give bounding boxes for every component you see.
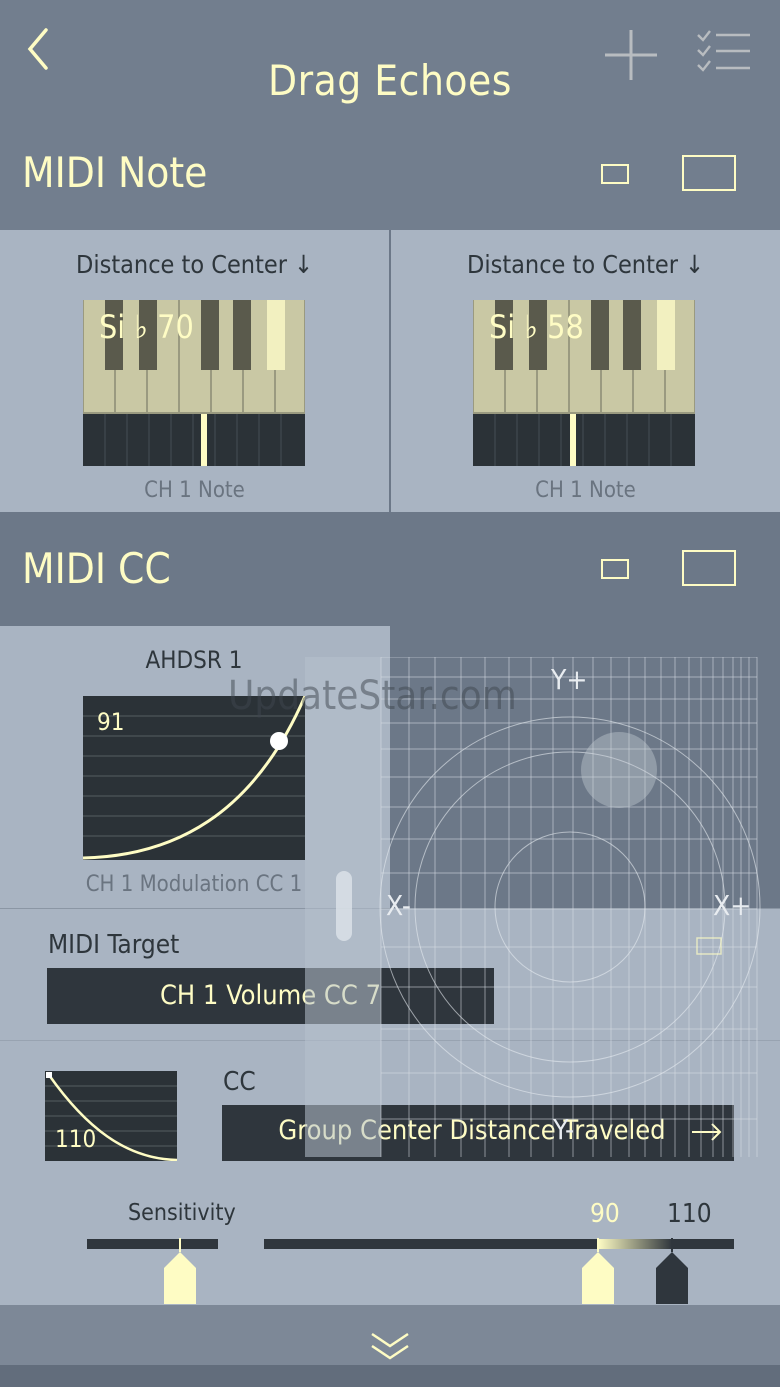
note-source-label: Distance to Center ↓ [76,250,313,279]
note-value: Si ♭ 70 [99,308,194,346]
range-high-handle[interactable] [654,1238,690,1304]
x-plus-label: X+ [713,889,752,922]
cc-label: CC [223,1067,256,1097]
response-curve-graph[interactable]: 110 [45,1071,177,1161]
curve-value: 110 [55,1125,97,1153]
y-plus-label: Y+ [551,663,588,696]
note-channel-label: CH 1 Note [535,478,636,503]
double-chevron-down-icon[interactable] [370,1330,410,1364]
note-channel-label: CH 1 Note [144,478,245,503]
ahdsr-value: 91 [97,708,125,736]
large-layout-toggle[interactable] [682,155,736,191]
checklist-icon[interactable] [696,30,752,74]
y-minus-label: Y- [553,1113,575,1146]
midi-target-label: MIDI Target [48,930,180,960]
sensitivity-slider-handle[interactable] [162,1238,198,1304]
page-title: Drag Echoes [268,56,512,105]
x-minus-label: X- [386,889,411,922]
small-layout-toggle[interactable] [601,164,629,184]
bottom-strip [0,1365,780,1387]
midi-cc-title: MIDI CC [22,544,171,593]
ahdsr-envelope-graph[interactable]: 91 [83,696,305,860]
watermark: UpdateStar.com [228,673,517,719]
add-icon[interactable] [602,28,660,82]
midi-note-title: MIDI Note [22,148,208,197]
keyboard-display-2[interactable]: Si ♭ 58 [473,300,695,466]
range-low-handle[interactable] [580,1238,616,1304]
range-low-value: 90 [590,1199,620,1229]
range-high-value: 110 [667,1199,712,1229]
xy-pad-overlay[interactable]: Y+ Y- X- X+ [305,657,765,1157]
large-layout-toggle[interactable] [682,550,736,586]
sensitivity-label: Sensitivity [128,1200,236,1226]
sensitivity-slider-track[interactable] [87,1239,218,1249]
small-layout-toggle[interactable] [601,559,629,579]
keyboard-display-1[interactable]: Si ♭ 70 [83,300,305,466]
xy-pad-grid [305,657,761,1157]
note-value: Si ♭ 58 [489,308,584,346]
note-source-label: Distance to Center ↓ [467,250,704,279]
